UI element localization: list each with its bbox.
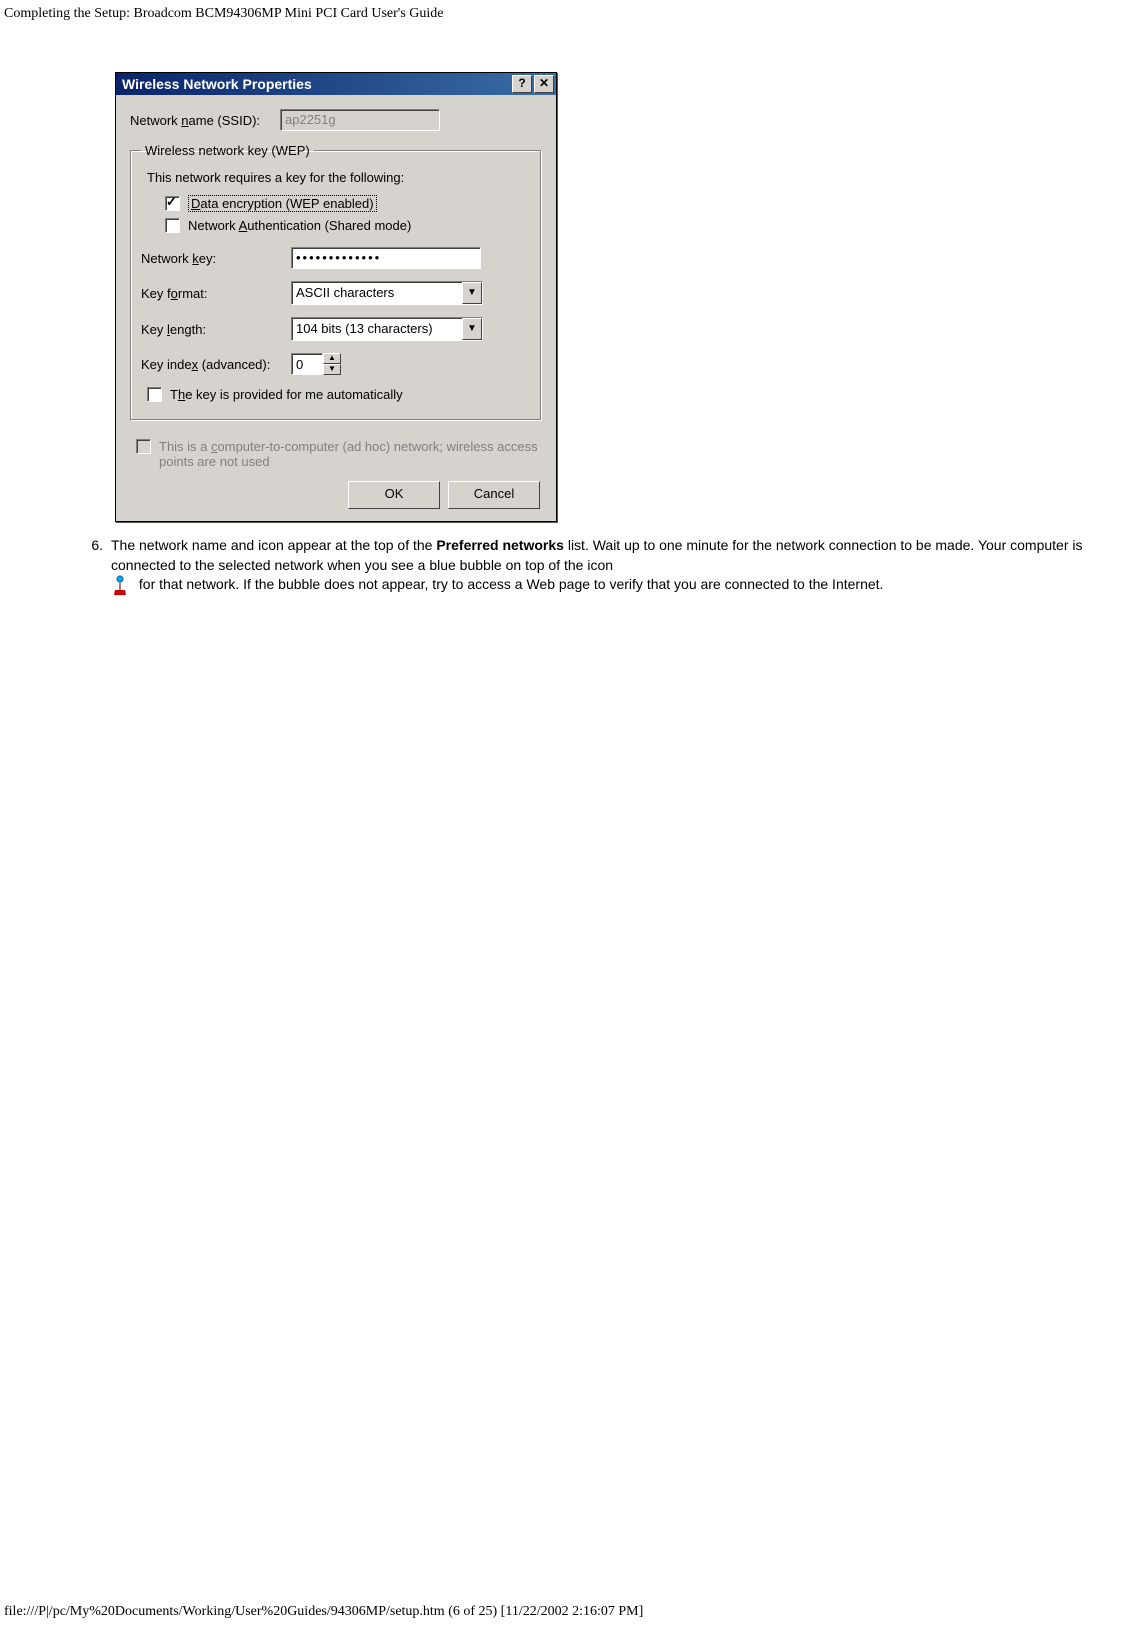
chevron-down-icon[interactable]: ▼ xyxy=(462,282,482,304)
enc-u: D xyxy=(191,196,200,211)
data-encryption-label: Data encryption (WEP enabled) xyxy=(188,195,377,212)
step-text: The network name and icon appear at the … xyxy=(111,536,1114,595)
network-key-input[interactable]: ••••••••••••• xyxy=(291,247,481,269)
network-auth-checkbox[interactable] xyxy=(165,218,180,233)
network-key-label: Network key: xyxy=(141,251,291,266)
key-length-label: Key length: xyxy=(141,322,291,337)
enc-text: ata encryption (WEP enabled) xyxy=(200,196,373,211)
auth-pre: Network xyxy=(188,218,239,233)
wep-legend: Wireless network key (WEP) xyxy=(141,143,314,158)
data-encryption-checkbox[interactable] xyxy=(165,196,180,211)
step-ordinal: 6. xyxy=(75,536,111,595)
spinner-up-icon[interactable]: ▲ xyxy=(323,353,341,364)
len-pre: Key xyxy=(141,322,167,337)
page-header: Completing the Setup: Broadcom BCM94306M… xyxy=(0,0,1124,22)
key-auto-label: The key is provided for me automatically xyxy=(170,387,403,402)
adhoc-checkbox xyxy=(136,439,151,454)
key-length-select[interactable]: 104 bits (13 characters) ▼ xyxy=(291,317,483,341)
ssid-label: Network name (SSID): xyxy=(130,113,280,128)
key-index-value[interactable]: 0 xyxy=(291,353,323,375)
key-length-value: 104 bits (13 characters) xyxy=(292,318,462,340)
wep-group: Wireless network key (WEP) This network … xyxy=(130,143,542,421)
ssid-input[interactable]: ap2251g xyxy=(280,109,440,131)
instruction-step-6: 6. The network name and icon appear at t… xyxy=(75,536,1124,595)
key-auto-checkbox[interactable] xyxy=(147,387,162,402)
title-bar: Wireless Network Properties ? ✕ xyxy=(116,73,556,95)
auto-pre: T xyxy=(170,387,178,402)
ssid-label-access: n xyxy=(181,113,188,128)
help-icon[interactable]: ? xyxy=(512,75,532,93)
auth-post: uthentication (Shared mode) xyxy=(247,218,411,233)
key-post: ey: xyxy=(199,251,216,266)
spinner-down-icon[interactable]: ▼ xyxy=(323,364,341,375)
auth-u: A xyxy=(239,218,248,233)
fmt-post: rmat: xyxy=(178,286,208,301)
key-format-value: ASCII characters xyxy=(292,282,462,304)
adhoc-label: This is a computer-to-computer (ad hoc) … xyxy=(159,439,542,469)
fmt-pre: Key f xyxy=(141,286,171,301)
adhoc-pre: This is a xyxy=(159,439,211,454)
dialog-title-text: Wireless Network Properties xyxy=(122,76,312,92)
key-format-select[interactable]: ASCII characters ▼ xyxy=(291,281,483,305)
instr-a: The network name and icon appear at the … xyxy=(111,537,436,553)
idx-pre: Key inde xyxy=(141,357,192,372)
fmt-u: o xyxy=(171,286,178,301)
instr-c: for that network. If the bubble does not… xyxy=(139,576,884,592)
key-index-spinner[interactable]: 0 ▲ ▼ xyxy=(291,353,341,375)
wireless-properties-dialog: Wireless Network Properties ? ✕ Network … xyxy=(115,72,557,522)
ssid-label-post: ame (SSID): xyxy=(189,113,261,128)
chevron-down-icon[interactable]: ▼ xyxy=(462,318,482,340)
ok-button[interactable]: OK xyxy=(348,481,440,509)
wep-intro-text: This network requires a key for the foll… xyxy=(147,170,531,185)
key-index-label: Key index (advanced): xyxy=(141,357,291,372)
auto-post: e key is provided for me automatically xyxy=(185,387,402,402)
page-footer: file:///P|/pc/My%20Documents/Working/Use… xyxy=(4,1604,643,1620)
key-format-label: Key format: xyxy=(141,286,291,301)
len-post: ength: xyxy=(170,322,206,337)
cancel-button[interactable]: Cancel xyxy=(448,481,540,509)
idx-post: (advanced): xyxy=(198,357,270,372)
close-icon[interactable]: ✕ xyxy=(534,75,554,93)
instr-bold: Preferred networks xyxy=(436,537,564,553)
key-pre: Network xyxy=(141,251,192,266)
ssid-label-pre: Network xyxy=(130,113,181,128)
network-auth-label: Network Authentication (Shared mode) xyxy=(188,218,411,233)
wireless-network-icon xyxy=(111,575,129,595)
